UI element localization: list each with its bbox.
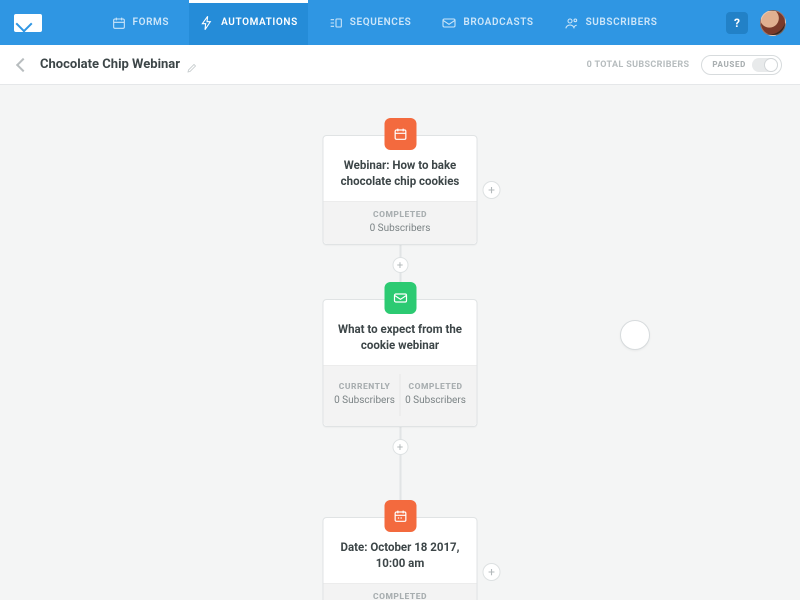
flow-node-expect-email[interactable]: What to expect from the cookie webinar C…: [323, 299, 478, 427]
node-footer: COMPLETED 0 Subscribers: [324, 583, 477, 600]
logo-icon[interactable]: [14, 14, 42, 32]
lightning-icon: [199, 15, 215, 31]
nav-label: SUBSCRIBERS: [586, 17, 658, 28]
foot-label: CURRENTLY: [334, 382, 396, 392]
subscribers-icon: [564, 15, 580, 31]
node-footer: COMPLETED 0 Subscribers: [324, 201, 477, 244]
nav-label: BROADCASTS: [463, 17, 533, 28]
flow-column: Webinar: How to bake chocolate chip cook…: [313, 95, 488, 600]
foot-value: 0 Subscribers: [405, 395, 467, 406]
edit-title-button[interactable]: [186, 59, 198, 71]
top-nav: FORMS AUTOMATIONS SEQUENCES BROADCASTS S…: [0, 0, 800, 45]
nav-automations[interactable]: AUTOMATIONS: [189, 0, 308, 45]
foot-value: 0 Subscribers: [330, 223, 471, 234]
node-footer: CURRENTLY 0 Subscribers COMPLETED 0 Subs…: [324, 365, 477, 426]
foot-label: COMPLETED: [405, 382, 467, 392]
foot-label: COMPLETED: [330, 210, 471, 220]
nav-label: SEQUENCES: [350, 17, 412, 28]
flow-node-date[interactable]: Date: October 18 2017, 10:00 am COMPLETE…: [323, 517, 478, 600]
nav-broadcasts[interactable]: BROADCASTS: [431, 0, 543, 45]
sub-header: Chocolate Chip Webinar 0 TOTAL SUBSCRIBE…: [0, 45, 800, 85]
floating-handle[interactable]: [620, 320, 650, 350]
add-branch-button[interactable]: +: [483, 181, 501, 199]
mail-badge-icon: [384, 282, 416, 314]
paused-label: PAUSED: [712, 60, 746, 69]
foot-value: 0 Subscribers: [334, 395, 396, 406]
add-step-button[interactable]: +: [392, 439, 408, 455]
paused-toggle[interactable]: PAUSED: [701, 55, 782, 75]
broadcasts-icon: [441, 15, 457, 31]
calendar-badge-icon: [384, 500, 416, 532]
flow-node-webinar-form[interactable]: Webinar: How to bake chocolate chip cook…: [323, 135, 478, 245]
nav-right: ?: [726, 10, 786, 36]
add-branch-button[interactable]: +: [483, 563, 501, 581]
nav-sequences[interactable]: SEQUENCES: [318, 0, 422, 45]
help-button[interactable]: ?: [726, 12, 748, 34]
nav-forms[interactable]: FORMS: [101, 0, 180, 45]
automation-canvas[interactable]: Webinar: How to bake chocolate chip cook…: [0, 85, 800, 600]
avatar[interactable]: [760, 10, 786, 36]
back-chevron-icon[interactable]: [16, 57, 30, 71]
foot-label: COMPLETED: [330, 592, 471, 600]
pencil-icon: [186, 62, 198, 74]
toggle-knob: [752, 58, 778, 72]
form-badge-icon: [384, 118, 416, 150]
nav-center: FORMS AUTOMATIONS SEQUENCES BROADCASTS S…: [42, 0, 726, 45]
form-icon: [111, 15, 127, 31]
total-subscribers: 0 TOTAL SUBSCRIBERS: [587, 60, 690, 70]
page-title: Chocolate Chip Webinar: [40, 57, 180, 72]
nav-label: AUTOMATIONS: [221, 17, 298, 28]
add-step-button[interactable]: +: [392, 257, 408, 273]
sub-header-right: 0 TOTAL SUBSCRIBERS PAUSED: [587, 55, 782, 75]
nav-subscribers[interactable]: SUBSCRIBERS: [554, 0, 668, 45]
sequences-icon: [328, 15, 344, 31]
nav-label: FORMS: [133, 17, 170, 28]
